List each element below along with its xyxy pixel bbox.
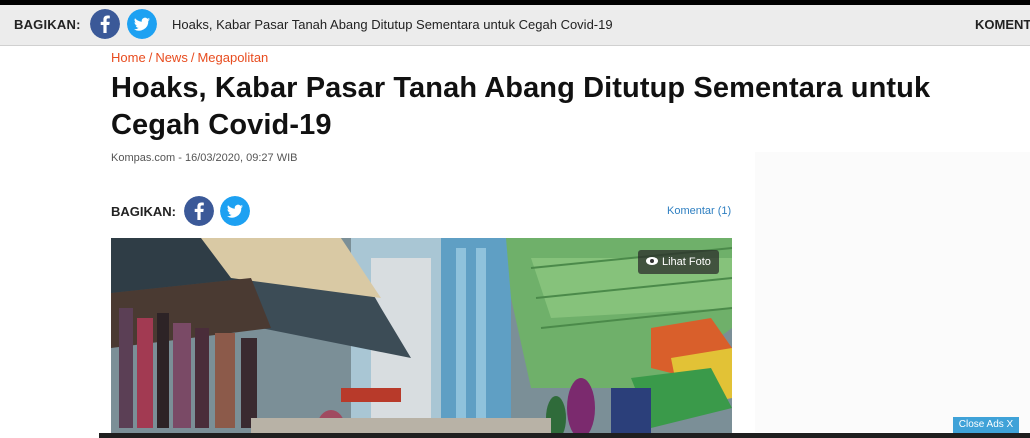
- breadcrumb-separator: /: [190, 50, 195, 65]
- share-label: BAGIKAN:: [111, 204, 176, 219]
- sticky-share-label: BAGIKAN:: [14, 17, 81, 32]
- twitter-icon[interactable]: [127, 9, 157, 39]
- twitter-icon[interactable]: [220, 196, 250, 226]
- comments-link[interactable]: Komentar (1): [667, 205, 731, 217]
- article-meta: Kompas.com - 16/03/2020, 09:27 WIB: [111, 152, 298, 164]
- breadcrumb-news[interactable]: News: [155, 50, 188, 65]
- sticky-comments-link[interactable]: KOMENTAR: [975, 17, 1030, 32]
- sidebar-ad-area: [755, 152, 1030, 432]
- bottom-ad-bar: [99, 433, 1030, 438]
- sticky-share-bar: BAGIKAN: Hoaks, Kabar Pasar Tanah Abang …: [0, 0, 1030, 46]
- page-title: Hoaks, Kabar Pasar Tanah Abang Ditutup S…: [111, 72, 931, 141]
- breadcrumb: Home / News / Megapolitan: [111, 50, 268, 65]
- sticky-article-title: Hoaks, Kabar Pasar Tanah Abang Ditutup S…: [172, 17, 613, 32]
- facebook-icon[interactable]: [90, 9, 120, 39]
- breadcrumb-separator: /: [148, 50, 153, 65]
- view-photo-button[interactable]: Lihat Foto: [638, 250, 719, 274]
- facebook-icon[interactable]: [184, 196, 214, 226]
- close-ads-button[interactable]: Close Ads X: [953, 417, 1019, 433]
- breadcrumb-home[interactable]: Home: [111, 50, 146, 65]
- article-page: BAGIKAN: Hoaks, Kabar Pasar Tanah Abang …: [0, 0, 1030, 438]
- breadcrumb-megapolitan[interactable]: Megapolitan: [197, 50, 268, 65]
- view-photo-label: Lihat Foto: [662, 256, 711, 268]
- eye-icon: [646, 250, 658, 274]
